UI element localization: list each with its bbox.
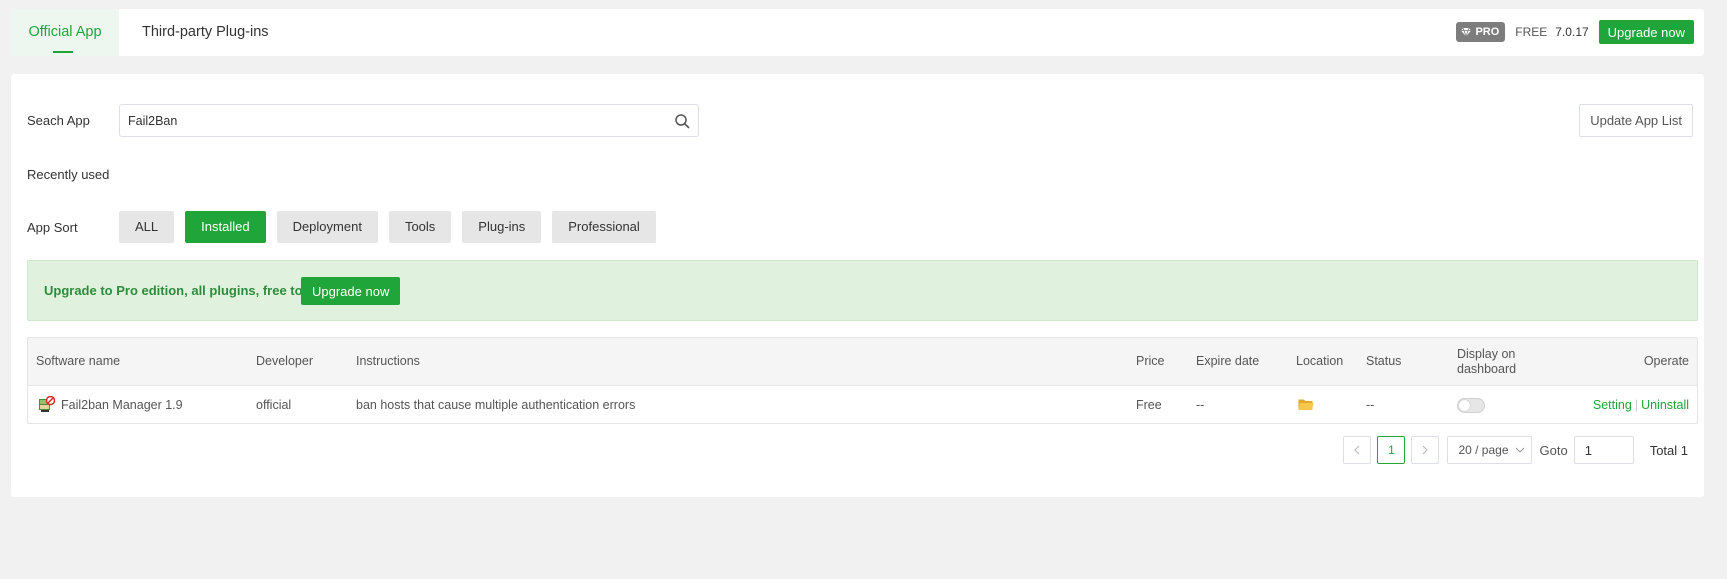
uninstall-link[interactable]: Uninstall (1641, 398, 1689, 412)
promo-upgrade-button[interactable]: Upgrade now (301, 277, 401, 305)
page-number-button[interactable]: 1 (1377, 436, 1406, 464)
sort-tools-button[interactable]: Tools (388, 211, 452, 243)
sort-installed-button[interactable]: Installed (185, 211, 266, 243)
pro-badge-label: PRO (1475, 26, 1500, 38)
price-cell: Free (1136, 398, 1162, 412)
page-size-select[interactable]: 20 / page (1447, 436, 1532, 464)
upgrade-now-button[interactable]: Upgrade now (1598, 20, 1694, 44)
pro-badge[interactable]: PRO (1456, 22, 1506, 42)
recently-used-label: Recently used (27, 167, 110, 182)
fail2ban-app-icon (39, 396, 55, 412)
app-sort-label: App Sort (27, 220, 78, 235)
prev-page-button[interactable] (1343, 436, 1372, 464)
status-cell: -- (1366, 398, 1375, 412)
col-display-line1: Display on (1457, 347, 1516, 361)
pagination: 1 20 / page Goto Total 1 (1343, 436, 1704, 464)
col-status: Status (1366, 354, 1402, 368)
col-expire-date: Expire date (1196, 354, 1260, 368)
app-table: Software name Developer Instructions Pri… (27, 337, 1698, 424)
col-display-line2: dashboard (1457, 362, 1517, 376)
search-label: Seach App (27, 113, 90, 128)
app-sort-group: ALL Installed Deployment Tools Plug-ins … (119, 211, 656, 243)
page-size-value: 20 / page (1458, 443, 1509, 457)
promo-text: Upgrade to Pro edition, all plugins, fre… (44, 283, 333, 298)
version-area: PRO FREE 7.0.17 Upgrade now (1456, 20, 1694, 44)
sort-professional-button[interactable]: Professional (552, 211, 656, 243)
instructions-cell: ban hosts that cause multiple authentica… (356, 398, 636, 412)
table-header: Software name Developer Instructions Pri… (28, 338, 1697, 386)
setting-link[interactable]: Setting (1593, 398, 1632, 412)
developer-cell: official (256, 398, 292, 412)
edition-label: FREE (1515, 25, 1548, 39)
tab-official-app[interactable]: Official App (11, 9, 119, 56)
folder-icon[interactable] (1298, 398, 1314, 411)
col-price: Price (1136, 354, 1165, 368)
goto-page-input[interactable] (1573, 436, 1634, 464)
update-app-list-button[interactable]: Update App List (1579, 104, 1693, 137)
chevron-down-icon (1515, 447, 1524, 453)
total-count: Total 1 (1649, 442, 1688, 458)
col-developer: Developer (256, 354, 313, 368)
col-display-on-dashboard: Display on dashboard (1457, 347, 1516, 377)
table-row: Fail2ban Manager 1.9 official ban hosts … (28, 386, 1697, 423)
search-box (119, 104, 699, 137)
sort-plugins-button[interactable]: Plug-ins (462, 211, 542, 243)
tab-third-party-plugins[interactable]: Third-party Plug-ins (142, 9, 269, 56)
goto-label: Goto (1539, 442, 1568, 458)
expire-date-cell: -- (1196, 398, 1205, 412)
operate-cell: Setting | Uninstall (1593, 398, 1689, 412)
dashboard-toggle[interactable] (1457, 398, 1485, 413)
upgrade-promo-banner: Upgrade to Pro edition, all plugins, fre… (27, 260, 1698, 321)
col-instructions: Instructions (356, 354, 420, 368)
col-location: Location (1296, 354, 1344, 368)
col-operate: Operate (1643, 354, 1689, 368)
search-input[interactable] (120, 105, 660, 136)
next-page-button[interactable] (1411, 436, 1440, 464)
main-panel: Seach App Update App List Recently used … (11, 74, 1704, 497)
search-icon[interactable] (674, 113, 690, 129)
top-tab-bar: Official App Third-party Plug-ins PRO FR… (11, 9, 1704, 56)
chevron-left-icon (1354, 445, 1360, 455)
sort-deployment-button[interactable]: Deployment (276, 211, 378, 243)
chevron-right-icon (1423, 445, 1429, 455)
diamond-icon (1461, 27, 1472, 37)
software-name: Fail2ban Manager 1.9 (61, 398, 183, 412)
col-software-name: Software name (36, 354, 121, 368)
version-label: 7.0.17 (1555, 25, 1589, 39)
sort-all-button[interactable]: ALL (119, 211, 175, 243)
operate-divider: | (1634, 398, 1639, 412)
